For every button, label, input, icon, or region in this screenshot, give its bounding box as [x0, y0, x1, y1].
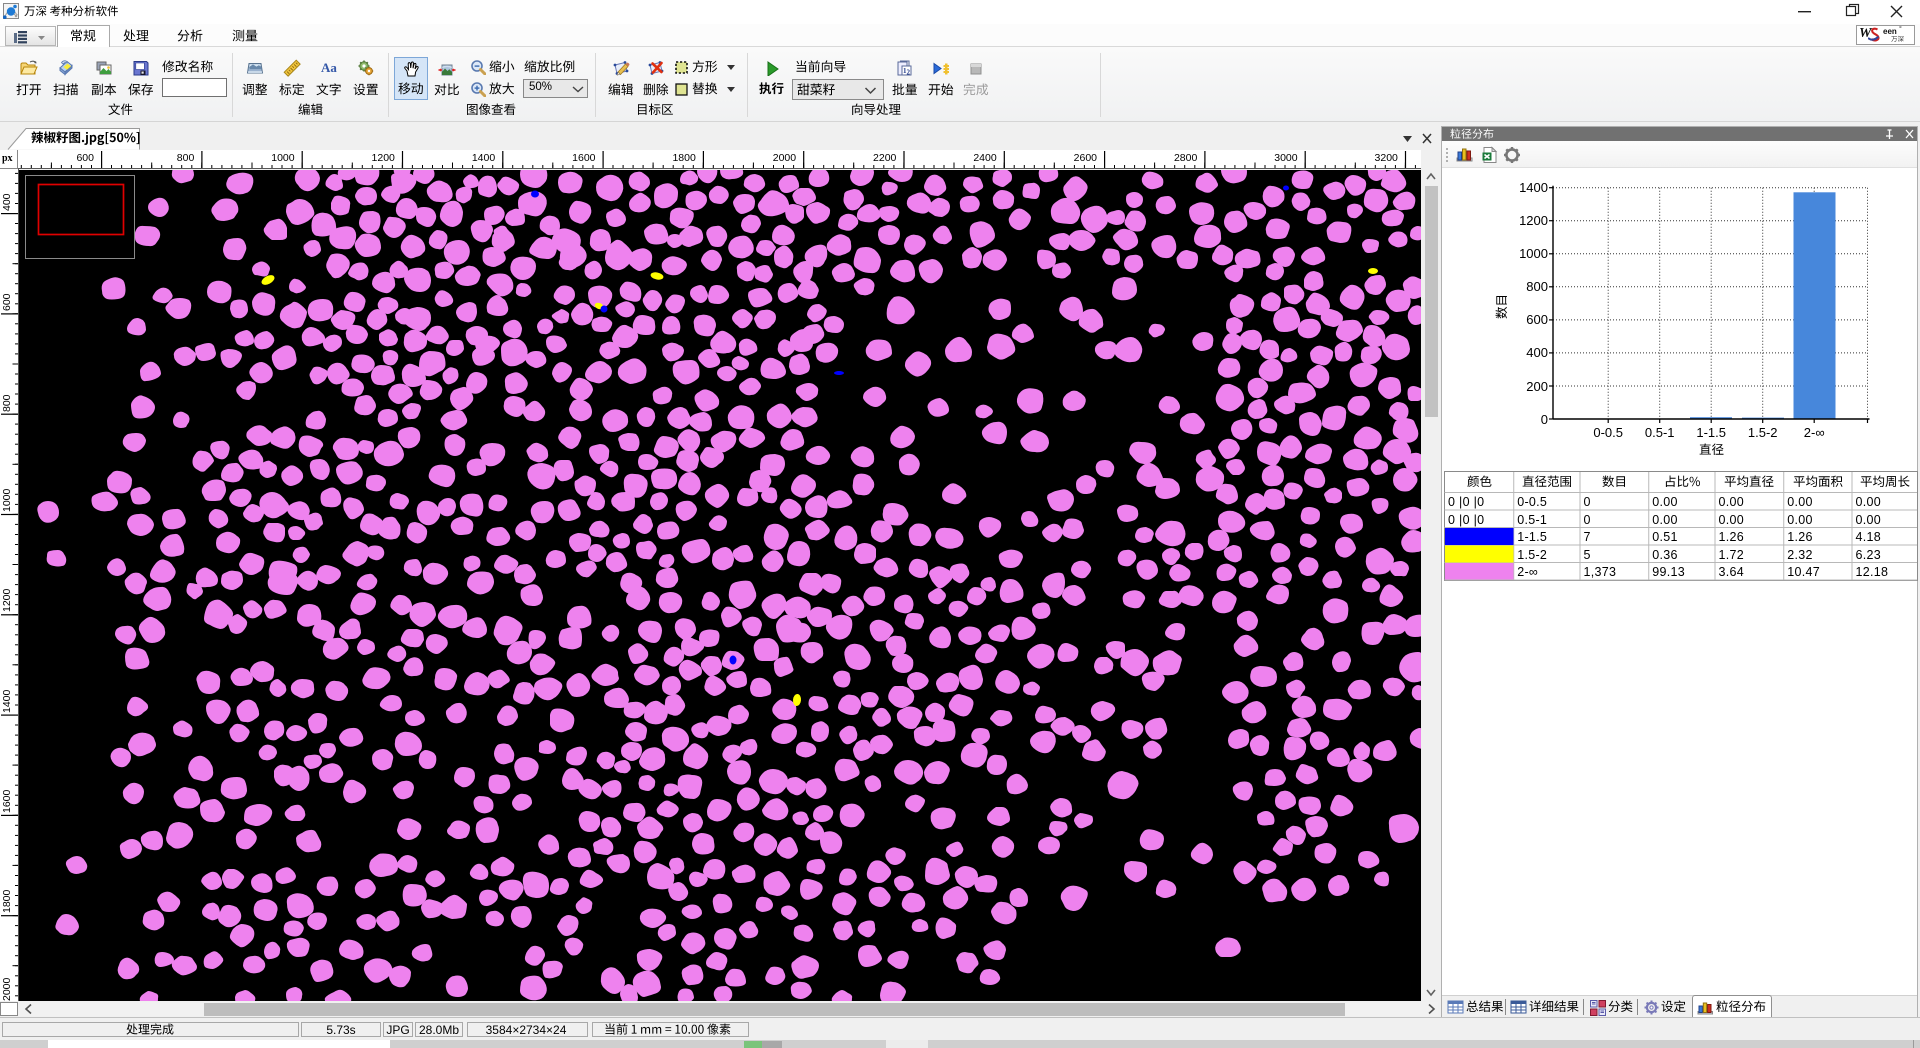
- svg-text:2: 2: [907, 69, 911, 77]
- svg-text:Aa: Aa: [321, 60, 337, 75]
